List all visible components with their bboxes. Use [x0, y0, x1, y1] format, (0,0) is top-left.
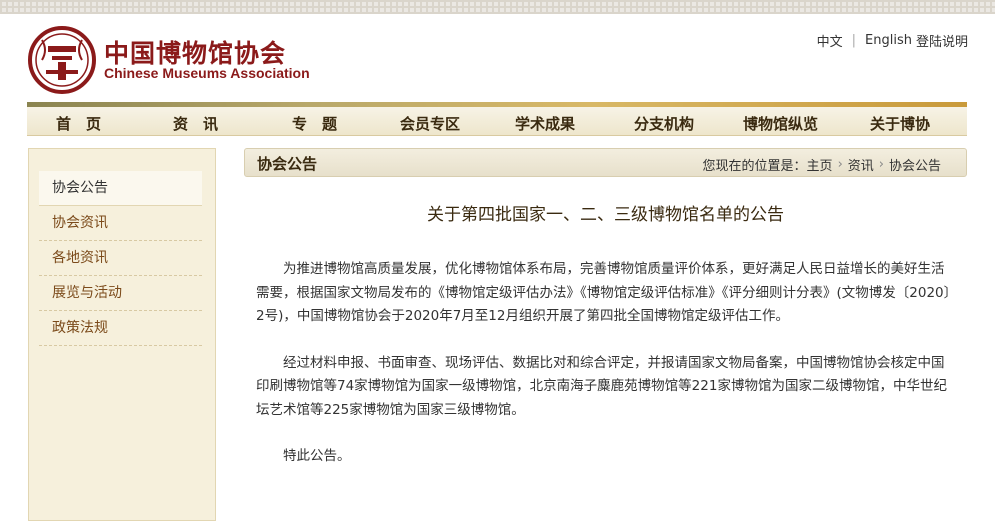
sidebar-item-exhibitions[interactable]: 展览与活动: [39, 276, 202, 311]
breadcrumb-news[interactable]: 资讯: [848, 155, 874, 174]
nav-item-about[interactable]: 关于博协: [870, 113, 930, 134]
main-nav: 首 页 资 讯 专 题 会员专区 学术成果 分支机构 博物馆纵览 关于博协: [27, 107, 967, 136]
lang-english-link[interactable]: English: [865, 33, 912, 48]
breadcrumb-home[interactable]: 主页: [807, 155, 833, 174]
sidebar-list: 协会公告 协会资讯 各地资讯 展览与活动 政策法规: [39, 171, 202, 346]
article-paragraph: 为推进博物馆高质量发展，优化博物馆体系布局，完善博物馆质量评价体系，更好满足人民…: [256, 261, 951, 324]
nav-item-branches[interactable]: 分支机构: [634, 113, 694, 134]
lang-separator: |: [851, 33, 857, 48]
nav-item-home[interactable]: 首 页: [56, 113, 101, 134]
sidebar-item-announcements[interactable]: 协会公告: [39, 171, 202, 206]
nav-item-members[interactable]: 会员专区: [400, 113, 460, 134]
org-name-en: Chinese Museums Association: [104, 65, 310, 81]
article-title: 关于第四批国家一、二、三级博物馆名单的公告: [427, 205, 784, 225]
museum-association-logo-icon[interactable]: [28, 26, 96, 94]
sidebar: 协会公告 协会资讯 各地资讯 展览与活动 政策法规: [28, 148, 216, 521]
chevron-right-icon: ›: [878, 157, 884, 172]
lang-chinese-link[interactable]: 中文: [817, 31, 843, 50]
article-body: 为推进博物馆高质量发展，优化博物馆体系布局，完善博物馆质量评价体系，更好满足人民…: [256, 258, 956, 492]
chevron-right-icon: ›: [837, 157, 843, 172]
sidebar-item-policies[interactable]: 政策法规: [39, 311, 202, 346]
nav-item-topics[interactable]: 专 题: [292, 113, 337, 134]
language-bar: 中文 | English 登陆说明: [817, 31, 968, 50]
sidebar-item-regional-news[interactable]: 各地资讯: [39, 241, 202, 276]
nav-item-academic[interactable]: 学术成果: [515, 113, 575, 134]
sidebar-item-association-news[interactable]: 协会资讯: [39, 206, 202, 241]
article-paragraph: 经过材料申报、书面审查、现场评估、数据比对和综合评定，并报请国家文物局备案，中国…: [256, 354, 947, 418]
nav-item-news[interactable]: 资 讯: [173, 113, 218, 134]
breadcrumb-prefix: 您现在的位置是：: [702, 159, 807, 174]
nav-item-museum-overview[interactable]: 博物馆纵览: [743, 113, 818, 134]
breadcrumb-bar: 协会公告 您现在的位置是： 主页 › 资讯 › 协会公告: [244, 148, 967, 177]
breadcrumb-announcements[interactable]: 协会公告: [889, 155, 941, 174]
section-title: 协会公告: [257, 155, 318, 173]
breadcrumb: 您现在的位置是： 主页 › 资讯 › 协会公告: [703, 155, 941, 174]
article-paragraph: 特此公告。: [283, 448, 351, 464]
header-decorative-pattern: [0, 0, 995, 14]
login-help-link[interactable]: 登陆说明: [916, 31, 968, 50]
